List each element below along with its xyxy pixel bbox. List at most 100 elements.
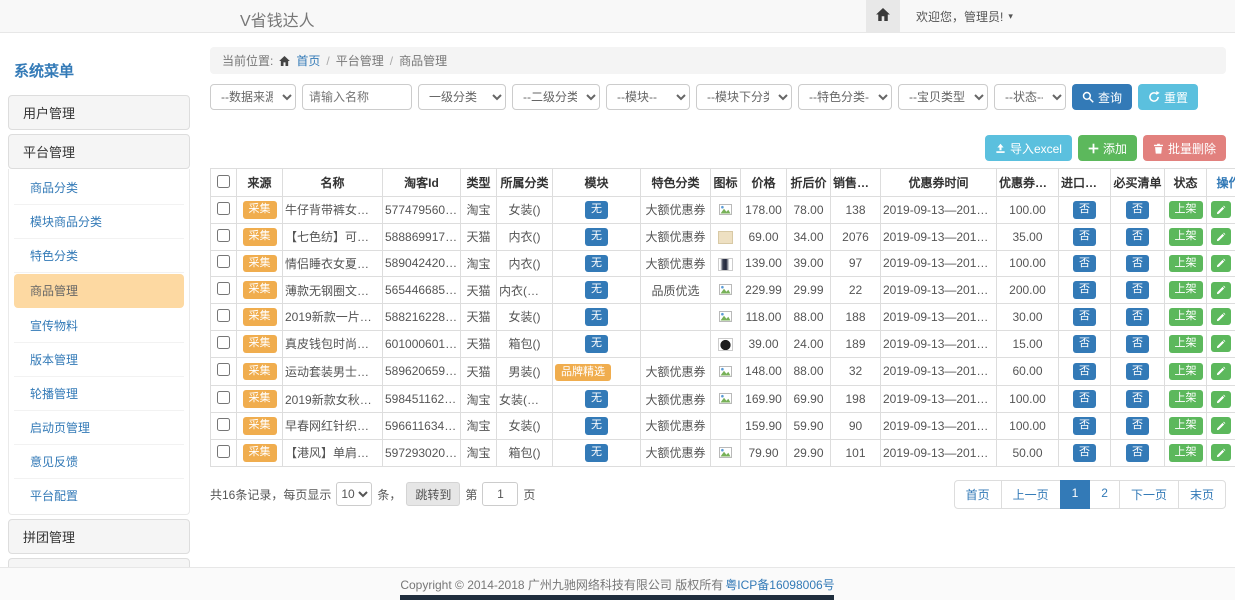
data-source-filter[interactable]: --数据来源-- bbox=[210, 84, 296, 110]
edit-button[interactable] bbox=[1211, 228, 1231, 245]
row-checkbox[interactable] bbox=[217, 391, 230, 404]
status-badge[interactable]: 上架 bbox=[1169, 444, 1203, 462]
module-badge[interactable]: 无 bbox=[585, 444, 608, 462]
add-button[interactable]: 添加 bbox=[1078, 135, 1137, 161]
sidebar-section-拼团管理[interactable]: 拼团管理 bbox=[8, 519, 190, 554]
import-select-toggle[interactable]: 否 bbox=[1073, 444, 1096, 462]
sidebar-item-平台配置[interactable]: 平台配置 bbox=[14, 479, 184, 512]
import-excel-button[interactable]: 导入excel bbox=[985, 135, 1072, 161]
edit-button[interactable] bbox=[1211, 391, 1231, 408]
breadcrumb-home-link[interactable]: 首页 bbox=[296, 52, 320, 69]
row-checkbox[interactable] bbox=[217, 363, 230, 376]
edit-button[interactable] bbox=[1211, 282, 1231, 299]
item-type-filter[interactable]: --宝贝类型-- bbox=[898, 84, 988, 110]
module-filter[interactable]: --模块-- bbox=[606, 84, 690, 110]
import-select-toggle[interactable]: 否 bbox=[1073, 255, 1096, 273]
status-badge[interactable]: 上架 bbox=[1169, 281, 1203, 299]
sidebar-item-版本管理[interactable]: 版本管理 bbox=[14, 343, 184, 377]
status-filter[interactable]: --状态-- bbox=[994, 84, 1066, 110]
row-checkbox[interactable] bbox=[217, 336, 230, 349]
must-buy-toggle[interactable]: 否 bbox=[1126, 417, 1149, 435]
edit-button[interactable] bbox=[1211, 417, 1231, 434]
edit-button[interactable] bbox=[1211, 335, 1231, 352]
status-badge[interactable]: 上架 bbox=[1169, 363, 1203, 381]
status-badge[interactable]: 上架 bbox=[1169, 201, 1203, 219]
sidebar-item-宣传物料[interactable]: 宣传物料 bbox=[14, 309, 184, 343]
must-buy-toggle[interactable]: 否 bbox=[1126, 308, 1149, 326]
status-badge[interactable]: 上架 bbox=[1169, 308, 1203, 326]
batch-delete-button[interactable]: 批量删除 bbox=[1143, 135, 1226, 161]
module-badge[interactable]: 无 bbox=[585, 417, 608, 435]
sidebar-item-特色分类[interactable]: 特色分类 bbox=[14, 239, 184, 273]
sidebar-item-商品分类[interactable]: 商品分类 bbox=[14, 171, 184, 205]
must-buy-toggle[interactable]: 否 bbox=[1126, 255, 1149, 273]
module-badge[interactable]: 无 bbox=[585, 228, 608, 246]
import-select-toggle[interactable]: 否 bbox=[1073, 335, 1096, 353]
page-button-2[interactable]: 2 bbox=[1089, 480, 1120, 509]
page-button-1[interactable]: 1 bbox=[1060, 480, 1091, 509]
home-button[interactable] bbox=[866, 0, 900, 32]
sidebar-section-平台管理[interactable]: 平台管理 bbox=[8, 134, 190, 169]
must-buy-toggle[interactable]: 否 bbox=[1126, 444, 1149, 462]
select-all-checkbox[interactable] bbox=[217, 175, 230, 188]
page-button-上一页[interactable]: 上一页 bbox=[1001, 480, 1061, 509]
import-select-toggle[interactable]: 否 bbox=[1073, 281, 1096, 299]
sidebar-item-轮播管理[interactable]: 轮播管理 bbox=[14, 377, 184, 411]
feature-category-filter[interactable]: --特色分类-- bbox=[798, 84, 892, 110]
module-subcategory-filter[interactable]: --模块下分类-- bbox=[696, 84, 792, 110]
import-select-toggle[interactable]: 否 bbox=[1073, 228, 1096, 246]
row-checkbox[interactable] bbox=[217, 445, 230, 458]
edit-button[interactable] bbox=[1211, 308, 1231, 325]
module-badge[interactable]: 无 bbox=[585, 281, 608, 299]
must-buy-toggle[interactable]: 否 bbox=[1126, 228, 1149, 246]
user-menu[interactable]: 欢迎您，管理员!▾ bbox=[916, 8, 1013, 25]
row-checkbox[interactable] bbox=[217, 255, 230, 268]
status-badge[interactable]: 上架 bbox=[1169, 390, 1203, 408]
icp-link[interactable]: 粤ICP备16098006号 bbox=[725, 576, 834, 593]
per-page-select[interactable]: 10 bbox=[336, 482, 372, 506]
import-select-toggle[interactable]: 否 bbox=[1073, 308, 1096, 326]
search-button[interactable]: 查询 bbox=[1072, 84, 1132, 110]
edit-button[interactable] bbox=[1211, 201, 1231, 218]
edit-button[interactable] bbox=[1211, 255, 1231, 272]
row-checkbox[interactable] bbox=[217, 418, 230, 431]
page-number-input[interactable] bbox=[482, 482, 518, 506]
name-search-input[interactable] bbox=[302, 84, 412, 110]
module-badge[interactable]: 无 bbox=[585, 201, 608, 219]
must-buy-toggle[interactable]: 否 bbox=[1126, 281, 1149, 299]
page-button-末页[interactable]: 末页 bbox=[1178, 480, 1226, 509]
edit-button[interactable] bbox=[1211, 444, 1231, 461]
status-badge[interactable]: 上架 bbox=[1169, 417, 1203, 435]
sidebar-section-用户管理[interactable]: 用户管理 bbox=[8, 95, 190, 130]
level1-category-filter[interactable]: 一级分类 bbox=[418, 84, 506, 110]
status-badge[interactable]: 上架 bbox=[1169, 335, 1203, 353]
must-buy-toggle[interactable]: 否 bbox=[1126, 390, 1149, 408]
page-button-下一页[interactable]: 下一页 bbox=[1119, 480, 1179, 509]
reset-button[interactable]: 重置 bbox=[1138, 84, 1198, 110]
module-badge[interactable]: 无 bbox=[585, 308, 608, 326]
sidebar-item-意见反馈[interactable]: 意见反馈 bbox=[14, 445, 184, 479]
row-checkbox[interactable] bbox=[217, 229, 230, 242]
row-checkbox[interactable] bbox=[217, 282, 230, 295]
module-badge[interactable]: 无 bbox=[585, 390, 608, 408]
row-checkbox[interactable] bbox=[217, 202, 230, 215]
module-badge[interactable]: 品牌精选 bbox=[555, 364, 611, 382]
row-checkbox[interactable] bbox=[217, 309, 230, 322]
status-badge[interactable]: 上架 bbox=[1169, 228, 1203, 246]
jump-button[interactable]: 跳转到 bbox=[406, 482, 460, 506]
must-buy-toggle[interactable]: 否 bbox=[1126, 335, 1149, 353]
page-button-首页[interactable]: 首页 bbox=[954, 480, 1002, 509]
import-select-toggle[interactable]: 否 bbox=[1073, 363, 1096, 381]
edit-button[interactable] bbox=[1211, 363, 1231, 380]
import-select-toggle[interactable]: 否 bbox=[1073, 417, 1096, 435]
sidebar-section-省惠快报[interactable]: 省惠快报 bbox=[8, 558, 190, 567]
sidebar-item-模块商品分类[interactable]: 模块商品分类 bbox=[14, 205, 184, 239]
import-select-toggle[interactable]: 否 bbox=[1073, 201, 1096, 219]
module-badge[interactable]: 无 bbox=[585, 335, 608, 353]
import-select-toggle[interactable]: 否 bbox=[1073, 390, 1096, 408]
must-buy-toggle[interactable]: 否 bbox=[1126, 201, 1149, 219]
module-badge[interactable]: 无 bbox=[585, 255, 608, 273]
must-buy-toggle[interactable]: 否 bbox=[1126, 363, 1149, 381]
status-badge[interactable]: 上架 bbox=[1169, 255, 1203, 273]
sidebar-item-启动页管理[interactable]: 启动页管理 bbox=[14, 411, 184, 445]
